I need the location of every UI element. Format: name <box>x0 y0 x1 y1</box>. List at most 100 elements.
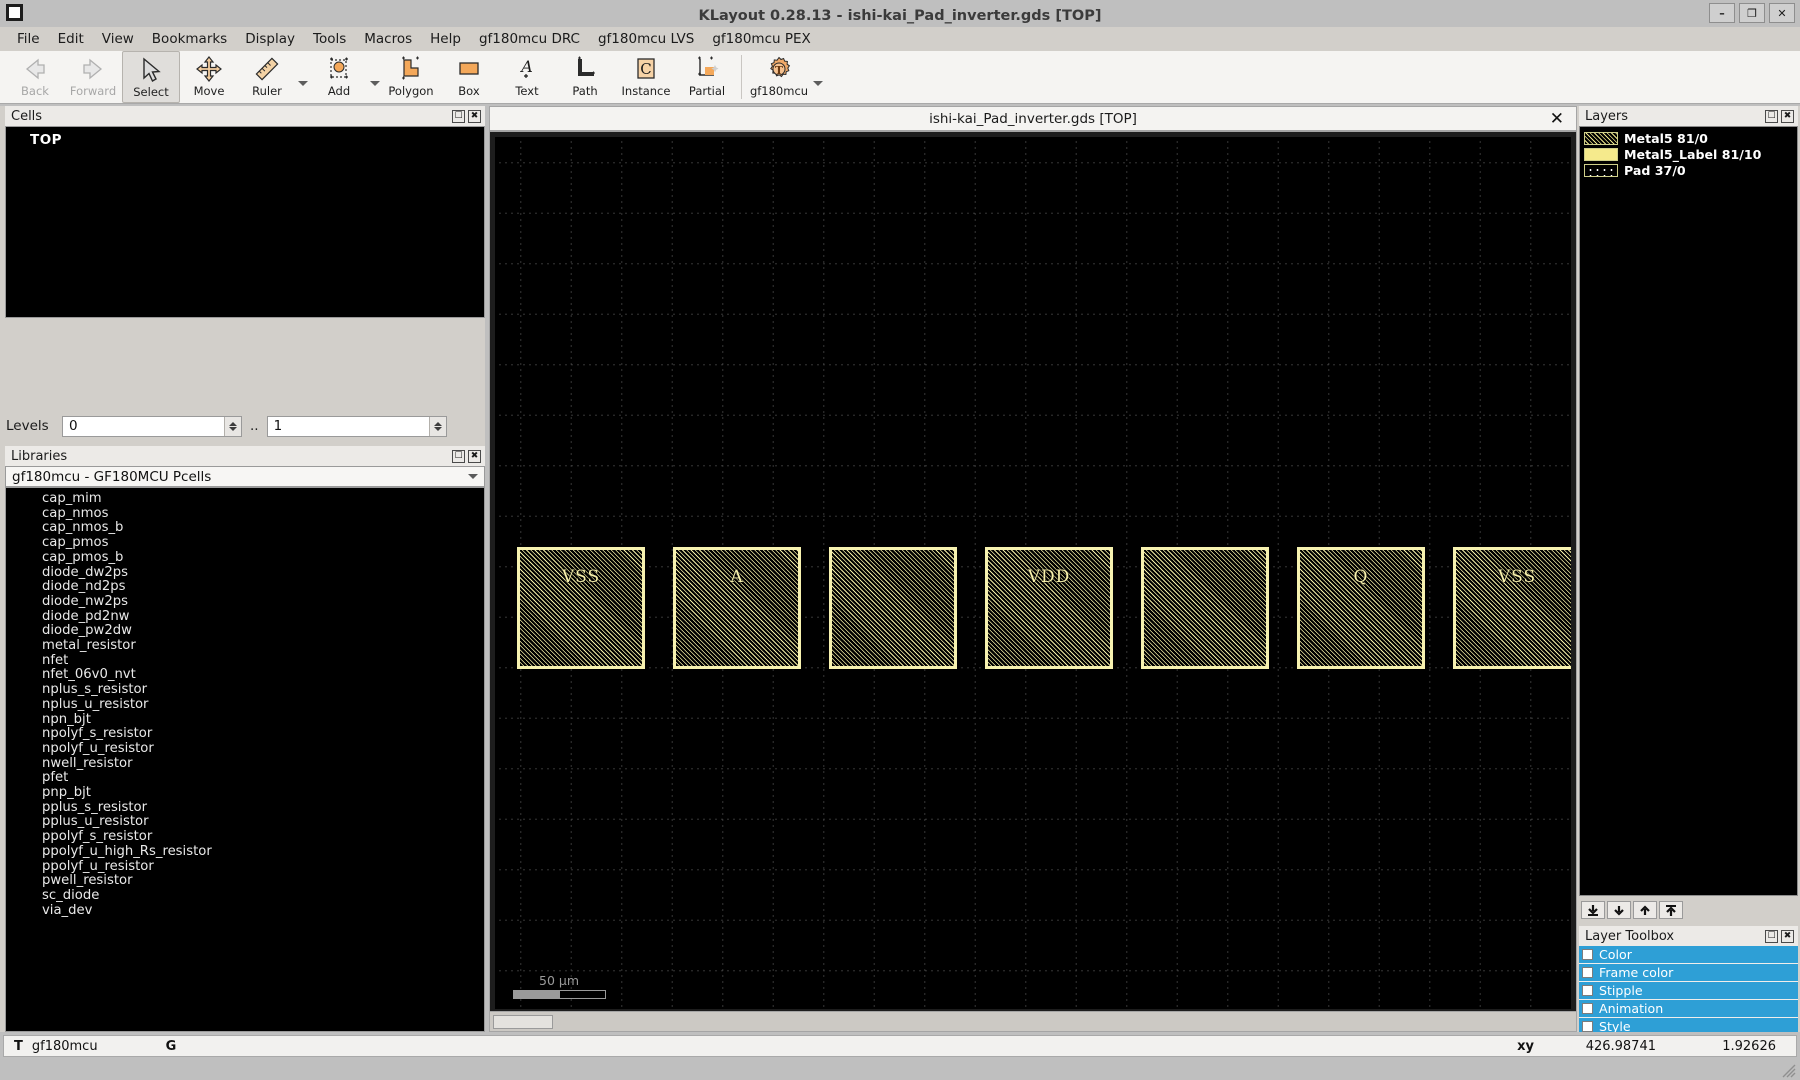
resize-grip-icon[interactable] <box>1782 1064 1796 1078</box>
layout-tab[interactable]: ishi-kai_Pad_inverter.gds [TOP] ✕ <box>489 106 1577 131</box>
menu-gf180mcu-lvs[interactable]: gf180mcu LVS <box>589 29 703 49</box>
list-item[interactable]: nwell_resistor <box>42 756 484 772</box>
add-dropdown-button[interactable] <box>368 51 382 101</box>
list-item[interactable]: pwell_resistor <box>42 874 484 889</box>
toolbutton-back[interactable]: Back <box>6 51 64 101</box>
canvas-hscrollbar[interactable] <box>490 1011 1576 1031</box>
float-icon[interactable]: ☐ <box>452 449 465 463</box>
list-item[interactable]: diode_dw2ps <box>42 565 484 581</box>
toolbutton-box[interactable]: Box <box>440 51 498 101</box>
list-item[interactable]: via_dev <box>42 903 484 919</box>
menu-macros[interactable]: Macros <box>355 29 421 49</box>
move-to-bottom-button[interactable] <box>1581 901 1605 919</box>
list-item[interactable]: cap_pmos_b <box>42 550 484 566</box>
list-item[interactable]: pnp_bjt <box>42 785 484 801</box>
ruler-dropdown-button[interactable] <box>296 51 310 101</box>
toolbutton-select[interactable]: Select <box>122 51 180 103</box>
layers-list[interactable]: Metal5 81/0 Metal5_Label 81/10 Pad 37/0 <box>1579 126 1798 896</box>
list-item[interactable]: pplus_u_resistor <box>42 815 484 830</box>
menu-file[interactable]: File <box>8 29 49 49</box>
checkbox[interactable] <box>1582 967 1593 978</box>
pad-shape[interactable]: A <box>673 547 801 669</box>
toolbutton-polygon[interactable]: Polygon <box>382 51 440 101</box>
pad-shape[interactable]: VSS <box>1453 547 1571 669</box>
pad-shape[interactable] <box>829 547 957 669</box>
maximize-button[interactable]: ❐ <box>1739 3 1765 23</box>
list-item[interactable]: cap_nmos_b <box>42 521 484 536</box>
list-item[interactable]: diode_nd2ps <box>42 580 484 595</box>
list-item[interactable]: sc_diode <box>42 888 484 904</box>
gf180mcu-dropdown-button[interactable] <box>811 51 825 101</box>
checkbox[interactable] <box>1582 1003 1593 1014</box>
toolbutton-move[interactable]: Move <box>180 51 238 101</box>
list-item[interactable]: cap_mim <box>42 491 484 507</box>
list-item[interactable]: ppolyf_u_high_Rs_resistor <box>42 844 484 860</box>
menu-edit[interactable]: Edit <box>49 29 93 49</box>
toolbutton-gf180mcu[interactable]: T gf180mcu <box>747 51 811 101</box>
layer-row[interactable]: Metal5 81/0 <box>1580 130 1797 146</box>
layer-toolbox-list[interactable]: Color Frame color Stipple Animation Styl… <box>1579 946 1798 1032</box>
layer-row[interactable]: Metal5_Label 81/10 <box>1580 146 1797 162</box>
toolbutton-partial[interactable]: Partial <box>678 51 736 101</box>
layer-toolbox-item-frame-color[interactable]: Frame color <box>1579 964 1798 981</box>
list-item[interactable]: nfet_06v0_nvt <box>42 668 484 683</box>
list-item[interactable]: diode_pw2dw <box>42 624 484 639</box>
cell-tree-item-top[interactable]: TOP <box>6 127 484 148</box>
list-item[interactable]: npolyf_s_resistor <box>42 727 484 742</box>
pad-shape[interactable] <box>1141 547 1269 669</box>
list-item[interactable]: diode_pd2nw <box>42 609 484 625</box>
list-item[interactable]: npn_bjt <box>42 712 484 728</box>
close-button[interactable]: ✕ <box>1769 3 1795 23</box>
toolbutton-forward[interactable]: Forward <box>64 51 122 101</box>
menu-tools[interactable]: Tools <box>304 29 355 49</box>
layer-toolbox-item-color[interactable]: Color <box>1579 946 1798 963</box>
menu-gf180mcu-drc[interactable]: gf180mcu DRC <box>470 29 589 49</box>
status-tech-value[interactable]: gf180mcu <box>32 1039 98 1054</box>
library-cell-list[interactable]: cap_mim cap_nmos cap_nmos_b cap_pmos cap… <box>5 487 485 1032</box>
list-item[interactable]: nplus_u_resistor <box>42 697 484 713</box>
list-item[interactable]: metal_resistor <box>42 638 484 654</box>
list-item[interactable]: npolyf_u_resistor <box>42 741 484 757</box>
list-item[interactable]: pfet <box>42 771 484 786</box>
menu-view[interactable]: View <box>93 29 143 49</box>
checkbox[interactable] <box>1582 985 1593 996</box>
layout-canvas[interactable]: VSS A VDD Q VSS 50 µm <box>495 137 1571 1009</box>
move-to-top-button[interactable] <box>1659 901 1683 919</box>
layer-row[interactable]: Pad 37/0 <box>1580 162 1797 178</box>
library-select[interactable]: gf180mcu - GF180MCU Pcells <box>5 466 485 487</box>
menu-gf180mcu-pex[interactable]: gf180mcu PEX <box>703 29 819 49</box>
list-item[interactable]: diode_nw2ps <box>42 594 484 610</box>
levels-to-arrows[interactable] <box>428 416 446 436</box>
list-item[interactable]: ppolyf_u_resistor <box>42 859 484 875</box>
float-icon[interactable]: ☐ <box>1765 929 1778 943</box>
close-icon[interactable]: ✖ <box>1781 109 1794 123</box>
menu-bookmarks[interactable]: Bookmarks <box>143 29 236 49</box>
pad-shape[interactable]: Q <box>1297 547 1425 669</box>
checkbox[interactable] <box>1582 1021 1593 1032</box>
float-icon[interactable]: ☐ <box>1765 109 1778 123</box>
toolbutton-instance[interactable]: C Instance <box>614 51 678 101</box>
list-item[interactable]: ppolyf_s_resistor <box>42 829 484 845</box>
menu-help[interactable]: Help <box>421 29 470 49</box>
checkbox[interactable] <box>1582 949 1593 960</box>
levels-from-spinner[interactable]: 0 <box>62 415 242 437</box>
close-icon[interactable]: ✖ <box>468 109 481 123</box>
move-up-button[interactable] <box>1633 901 1657 919</box>
menu-display[interactable]: Display <box>236 29 304 49</box>
pad-shape[interactable]: VSS <box>517 547 645 669</box>
toolbutton-ruler[interactable]: Ruler <box>238 51 296 101</box>
toolbutton-add[interactable]: Add <box>310 51 368 101</box>
pad-shape[interactable]: VDD <box>985 547 1113 669</box>
scrollbar-thumb[interactable] <box>493 1015 553 1029</box>
levels-to-spinner[interactable]: 1 <box>266 415 447 437</box>
float-icon[interactable]: ☐ <box>452 109 465 123</box>
minimize-button[interactable]: – <box>1709 3 1735 23</box>
list-item[interactable]: cap_pmos <box>42 535 484 551</box>
toolbutton-text[interactable]: A Text <box>498 51 556 101</box>
close-icon[interactable]: ✖ <box>468 449 481 463</box>
close-icon[interactable]: ✕ <box>1550 111 1564 128</box>
levels-from-arrows[interactable] <box>224 416 241 436</box>
toolbutton-path[interactable]: Path <box>556 51 614 101</box>
layer-toolbox-item-animation[interactable]: Animation <box>1579 1000 1798 1017</box>
close-icon[interactable]: ✖ <box>1781 929 1794 943</box>
